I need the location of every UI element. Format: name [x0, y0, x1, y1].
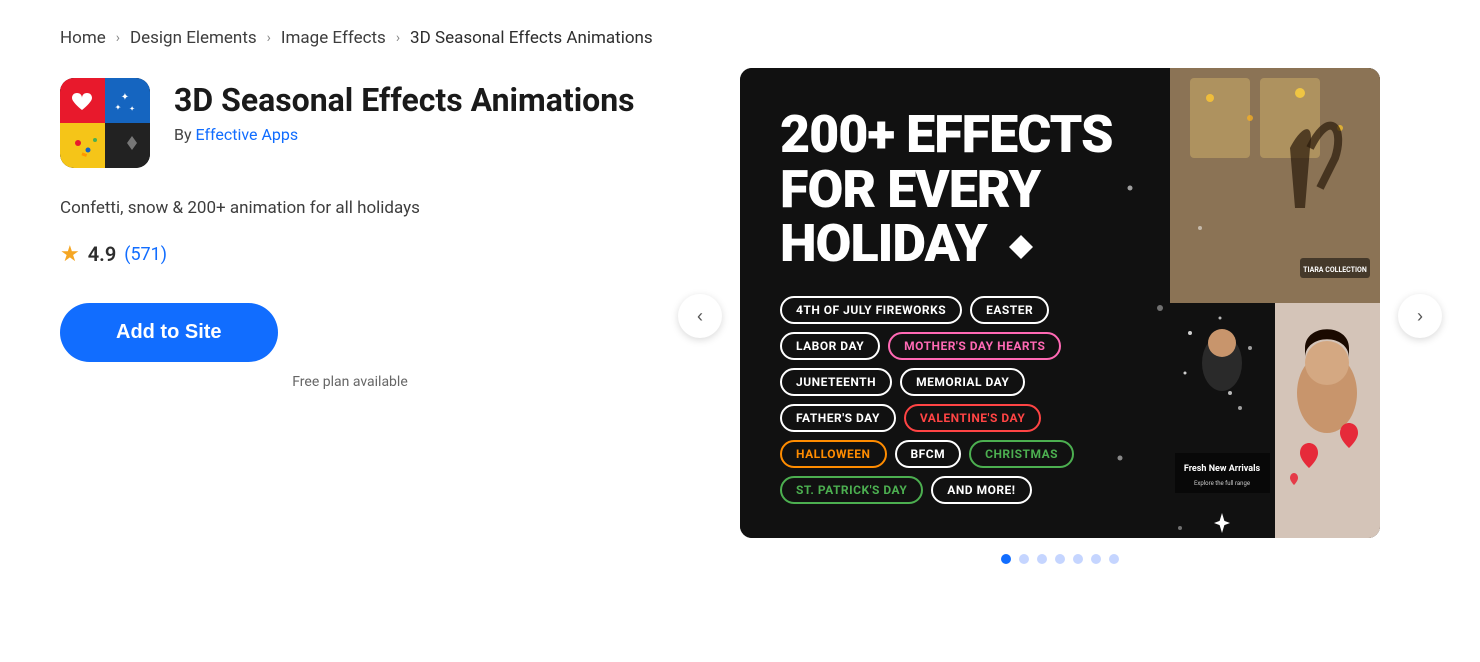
carousel-dot-2[interactable] — [1019, 554, 1029, 564]
tag-valentines-day: VALENTINE'S DAY — [904, 404, 1041, 432]
tag-4th-july: 4TH OF JULY FIREWORKS — [780, 296, 962, 324]
carousel-dot-4[interactable] — [1055, 554, 1065, 564]
carousel-dot-6[interactable] — [1091, 554, 1101, 564]
tag-st-patricks: ST. PATRICK'S DAY — [780, 476, 923, 504]
svg-text:Fresh New Arrivals: Fresh New Arrivals — [1184, 464, 1261, 474]
photo-collage: TIARA COLLECTION — [1170, 68, 1380, 538]
breadcrumb-home[interactable]: Home — [60, 28, 106, 48]
tag-memorial-day: MEMORIAL DAY — [900, 368, 1025, 396]
rating-row: ★ 4.9 (571) — [60, 242, 640, 267]
svg-text:✦: ✦ — [115, 103, 122, 112]
app-title-block: 3D Seasonal Effects Animations By Effect… — [174, 78, 635, 144]
svg-text:TIARA COLLECTION: TIARA COLLECTION — [1303, 266, 1367, 274]
tag-juneteenth: JUNETEENTH — [780, 368, 892, 396]
svg-text:Explore the full range: Explore the full range — [1194, 480, 1250, 487]
app-icon: ✦ ✦ ✦ — [60, 78, 150, 168]
tag-halloween: HALLOWEEN — [780, 440, 887, 468]
rating-count[interactable]: (571) — [124, 244, 167, 265]
tag-mothers-day: MOTHER'S DAY HEARTS — [888, 332, 1061, 360]
carousel-dot-1[interactable] — [1001, 554, 1011, 564]
tag-and-more: AND MORE! — [931, 476, 1031, 504]
right-panel: ‹ 200+ EFFECTS FOR EVERY HOLIDAY — [700, 68, 1420, 564]
carousel-dot-7[interactable] — [1109, 554, 1119, 564]
star-icon: ★ — [60, 242, 80, 267]
carousel-container: ‹ 200+ EFFECTS FOR EVERY HOLIDAY — [700, 68, 1420, 564]
breadcrumb-sep-2: › — [267, 30, 271, 46]
carousel-dot-5[interactable] — [1073, 554, 1083, 564]
breadcrumb-sep-3: › — [396, 30, 400, 46]
free-plan-label: Free plan available — [60, 374, 640, 390]
photo-bottom-grid: Fresh New Arrivals Explore the full rang… — [1170, 303, 1380, 538]
left-panel: ✦ ✦ ✦ 3D Seasonal Effects Animations By … — [60, 68, 640, 390]
carousel-prev-button[interactable]: ‹ — [678, 294, 722, 338]
add-to-site-button[interactable]: Add to Site — [60, 303, 278, 362]
breadcrumb-design-elements[interactable]: Design Elements — [130, 28, 257, 48]
carousel-next-button[interactable]: › — [1398, 294, 1442, 338]
photo-bottom-left: Fresh New Arrivals Explore the full rang… — [1170, 303, 1275, 538]
diamond-icon — [1007, 233, 1035, 261]
breadcrumb-sep-1: › — [116, 30, 120, 46]
app-title: 3D Seasonal Effects Animations — [174, 82, 635, 119]
tag-bfcm: BFCM — [895, 440, 962, 468]
carousel-dot-3[interactable] — [1037, 554, 1047, 564]
chevron-right-icon: › — [1417, 306, 1423, 327]
svg-text:✦: ✦ — [129, 105, 135, 113]
photo-bottom-right — [1275, 303, 1380, 538]
rating-score: 4.9 — [88, 242, 117, 266]
app-description: Confetti, snow & 200+ animation for all … — [60, 196, 640, 222]
carousel-dots — [1001, 554, 1119, 564]
photo-top: TIARA COLLECTION — [1170, 68, 1380, 303]
breadcrumb-current-page: 3D Seasonal Effects Animations — [410, 28, 653, 48]
chevron-left-icon: ‹ — [697, 306, 703, 327]
breadcrumb: Home › Design Elements › Image Effects ›… — [0, 0, 1480, 68]
carousel-image: 200+ EFFECTS FOR EVERY HOLIDAY — [740, 68, 1380, 538]
tag-easter: EASTER — [970, 296, 1049, 324]
app-header: ✦ ✦ ✦ 3D Seasonal Effects Animations By … — [60, 78, 640, 168]
breadcrumb-image-effects[interactable]: Image Effects — [281, 28, 386, 48]
svg-text:✦: ✦ — [121, 92, 129, 103]
tag-christmas: CHRISTMAS — [969, 440, 1074, 468]
main-content: ✦ ✦ ✦ 3D Seasonal Effects Animations By … — [0, 68, 1480, 564]
tag-labor-day: LABOR DAY — [780, 332, 880, 360]
tag-fathers-day: FATHER'S DAY — [780, 404, 896, 432]
app-author: By Effective Apps — [174, 125, 635, 144]
app-author-link[interactable]: Effective Apps — [196, 125, 299, 144]
promo-image: 200+ EFFECTS FOR EVERY HOLIDAY — [740, 68, 1380, 538]
